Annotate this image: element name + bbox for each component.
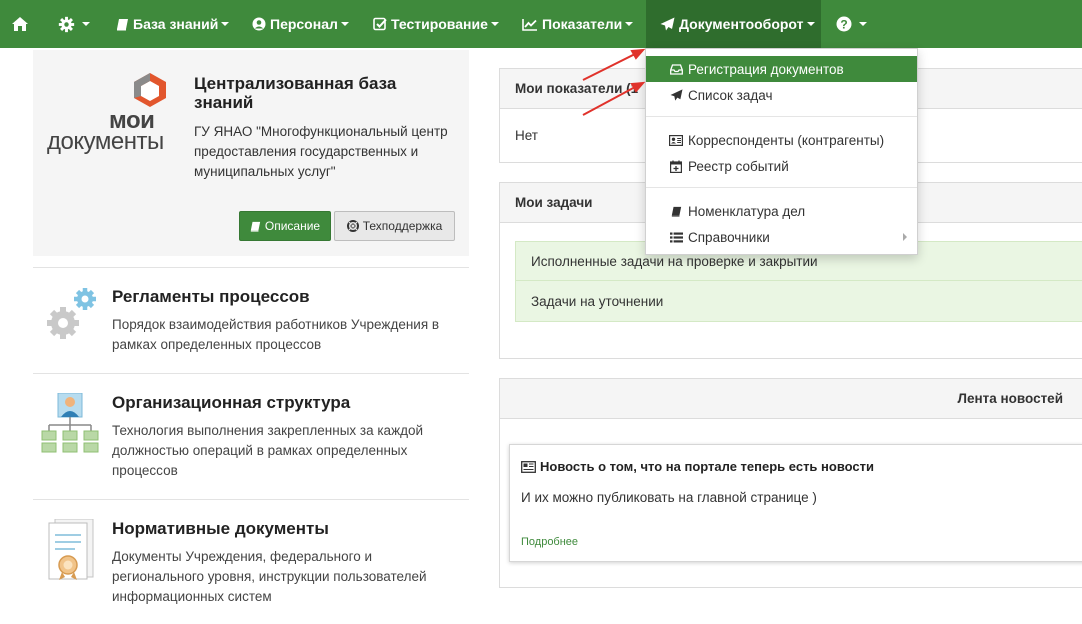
- nav-staff[interactable]: Персонал: [252, 0, 349, 48]
- nav-help[interactable]: ?: [836, 0, 867, 48]
- book-icon: [250, 221, 261, 232]
- section-org-structure[interactable]: Организационная структура Технология вып…: [33, 392, 469, 483]
- divider: [33, 499, 469, 500]
- book-icon: [668, 206, 684, 217]
- section-title: Организационная структура: [112, 393, 351, 412]
- document-flow-dropdown: Регистрация документов Список задач Корр…: [645, 48, 918, 255]
- nav-testing[interactable]: Тестирование: [373, 0, 499, 48]
- hero-card: мои документы Централизованная база знан…: [33, 50, 469, 256]
- gear-icon: [58, 16, 75, 33]
- section-regulations[interactable]: Нормативные документы Документы Учрежден…: [33, 518, 469, 609]
- book-icon: [116, 18, 129, 31]
- menu-item-correspondents[interactable]: Корреспонденты (контрагенты): [646, 127, 917, 153]
- nav-document-flow[interactable]: Документооборот: [646, 0, 821, 48]
- nav-indicators[interactable]: Показатели: [522, 0, 634, 48]
- menu-item-case-nomenclature[interactable]: Номенклатура дел: [646, 198, 917, 224]
- description-button[interactable]: Описание: [239, 211, 331, 241]
- logo-wordmark: мои документы: [47, 107, 164, 155]
- organization-name: ГУ ЯНАО "Многофункциональный центр предо…: [194, 124, 448, 179]
- menu-item-directories[interactable]: Справочники: [646, 224, 917, 250]
- divider: [33, 267, 469, 268]
- menu-divider: [646, 187, 917, 188]
- menu-item-task-list[interactable]: Список задач: [646, 82, 917, 108]
- menu-item-event-registry[interactable]: Реестр событий: [646, 153, 917, 179]
- task-item-clarification[interactable]: Задачи на уточнении: [515, 281, 1082, 322]
- org-chart-icon: [41, 392, 99, 460]
- paper-plane-icon: [660, 17, 675, 31]
- nav-knowledge-base[interactable]: База знаний: [116, 0, 230, 48]
- paper-plane-icon: [668, 89, 684, 101]
- read-more-link[interactable]: Подробнее: [521, 536, 578, 548]
- nav-home[interactable]: [11, 0, 31, 48]
- gears-icon: [41, 285, 101, 352]
- line-chart-icon: [522, 18, 538, 31]
- panel-title: Лента новостей: [500, 379, 1082, 419]
- newspaper-icon: [521, 460, 536, 473]
- question-circle-icon: ?: [836, 16, 852, 32]
- list-icon: [668, 232, 684, 243]
- divider: [33, 373, 469, 374]
- check-square-icon: [373, 17, 387, 31]
- section-title: Регламенты процессов: [112, 287, 310, 306]
- section-description: Технология выполнения закрепленных за ка…: [112, 423, 424, 478]
- news-body: И их можно публиковать на главной страни…: [521, 490, 817, 505]
- section-processes[interactable]: Регламенты процессов Порядок взаимодейст…: [33, 287, 469, 357]
- nav-settings[interactable]: [58, 0, 90, 48]
- home-icon: [11, 16, 29, 32]
- section-description: Порядок взаимодействия работников Учрежд…: [112, 317, 440, 352]
- panel-news-feed: Лента новостей Новость о том, что на пор…: [499, 378, 1082, 588]
- certificate-icon: [41, 518, 101, 586]
- section-title: Нормативные документы: [112, 519, 329, 538]
- inbox-icon: [668, 63, 684, 75]
- life-ring-icon: [346, 220, 359, 232]
- svg-text:?: ?: [840, 17, 847, 31]
- section-description: Документы Учреждения, федерального и рег…: [112, 549, 427, 604]
- submenu-chevron-icon: [903, 233, 907, 241]
- news-card: Новость о том, что на портале теперь ест…: [509, 444, 1082, 562]
- support-button[interactable]: Техподдержка: [334, 211, 455, 241]
- news-title[interactable]: Новость о том, что на портале теперь ест…: [521, 459, 874, 474]
- address-card-icon: [668, 134, 684, 146]
- top-navbar: База знаний Персонал Тестирование Показа…: [0, 0, 1082, 48]
- page-title: Централизованная база знаний: [194, 74, 397, 112]
- user-circle-icon: [252, 17, 266, 31]
- menu-item-register-documents[interactable]: Регистрация документов: [646, 56, 917, 82]
- calendar-plus-icon: [668, 160, 684, 173]
- menu-divider: [646, 116, 917, 117]
